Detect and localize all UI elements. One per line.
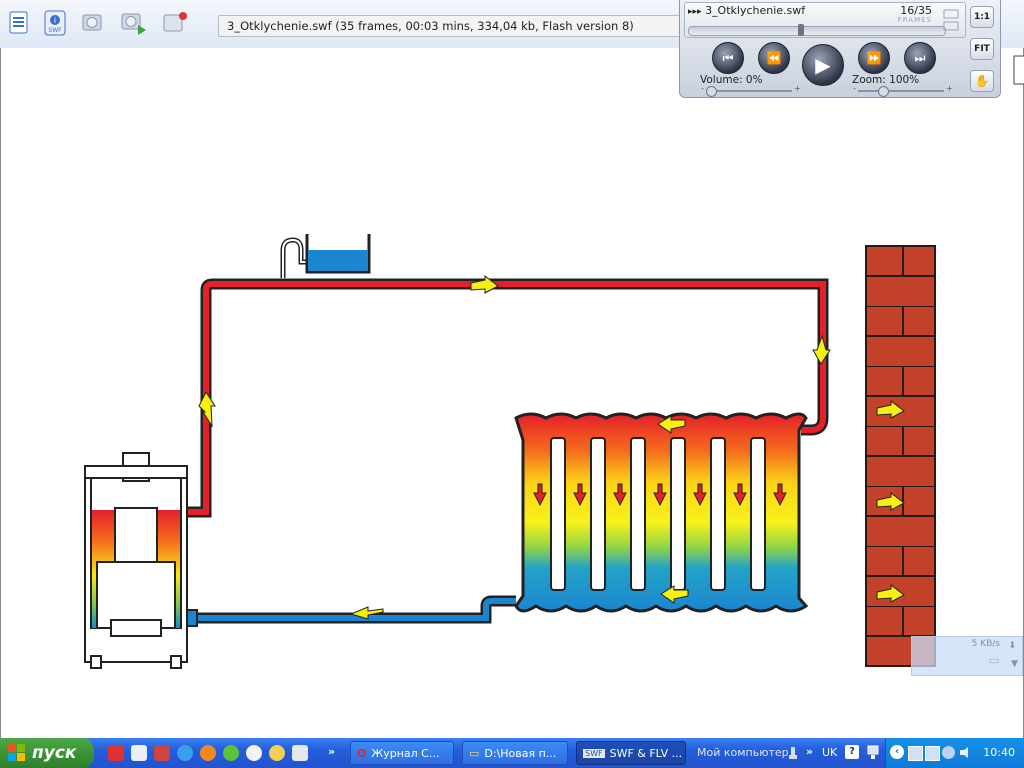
seek-bar[interactable] xyxy=(688,26,946,36)
brick-wall xyxy=(865,245,936,667)
seek-thumb[interactable] xyxy=(798,24,804,36)
start-button[interactable]: пуск xyxy=(0,738,94,768)
one-to-one-button[interactable]: 1:1 xyxy=(970,6,994,28)
hand-icon: ✋ xyxy=(974,74,990,88)
task-swf-player[interactable]: SWF SWF & FLV ... xyxy=(576,741,686,765)
tray-app-icon-2[interactable] xyxy=(925,746,940,761)
firefox-quicklaunch-icon[interactable] xyxy=(200,745,216,761)
skip-end-icon: ⏭ xyxy=(914,50,926,65)
folder-icon: ▭ xyxy=(469,746,480,760)
fit-button[interactable]: FIT xyxy=(970,38,994,60)
clock: 10:40 xyxy=(983,746,1015,759)
desktop-quicklaunch-icon[interactable] xyxy=(131,745,147,761)
taskbar: пуск » O Журнал С... ▭ D:\Новая п... SWF… xyxy=(0,738,1024,768)
fast-forward-icon: ⏩ xyxy=(866,51,882,65)
ie-quicklaunch-icon[interactable] xyxy=(177,745,193,761)
volume-label: Volume: 0% xyxy=(700,74,763,86)
download-speed: 5 KB/s xyxy=(971,639,1000,649)
loop-icon[interactable] xyxy=(942,8,960,34)
player-file-name: ▸▸▸ 3_Otklychenie.swf xyxy=(688,4,806,17)
skip-end-button[interactable]: ⏭ xyxy=(904,42,936,74)
task-folder[interactable]: ▭ D:\Новая п... xyxy=(462,741,568,765)
volume-plus-icon: + xyxy=(794,84,801,93)
boiler xyxy=(84,452,188,669)
swf-icon: SWF xyxy=(583,748,605,758)
volume-slider-thumb[interactable] xyxy=(706,86,717,97)
skip-start-button[interactable]: ⏮ xyxy=(712,42,744,74)
messenger-quicklaunch-icon[interactable] xyxy=(269,745,285,761)
tray-expand-icon[interactable]: ‹ xyxy=(890,745,904,759)
rewind-icon: ⏪ xyxy=(766,51,782,65)
volume-tray-icon[interactable] xyxy=(959,746,972,759)
hand-tool-button[interactable]: ✋ xyxy=(970,70,994,92)
opera-icon: O xyxy=(357,746,367,760)
fast-forward-icon: ▸▸▸ xyxy=(688,7,702,17)
radiator xyxy=(514,412,809,613)
chat-icon[interactable]: ▭ xyxy=(989,653,1000,667)
play-button[interactable]: ▶ xyxy=(802,44,844,86)
zoom-minus-icon: - xyxy=(853,84,856,93)
tray-app-icon-3[interactable] xyxy=(942,746,955,759)
heating-diagram xyxy=(84,55,1024,669)
volume-slider[interactable] xyxy=(706,90,792,92)
cold-return-pipe xyxy=(176,595,516,627)
icq-quicklaunch-icon[interactable] xyxy=(223,745,239,761)
task-journal[interactable]: O Журнал С... xyxy=(350,741,454,765)
zoom-slider-thumb[interactable] xyxy=(877,86,889,97)
frames-label: FRAMES xyxy=(897,16,932,24)
download-icon[interactable]: ⬇ xyxy=(1008,641,1016,651)
skip-start-icon: ⏮ xyxy=(722,50,734,65)
my-computer-toolbar[interactable]: Мой компьютер xyxy=(697,746,789,759)
expansion-tank xyxy=(280,234,371,278)
windows-logo-icon xyxy=(8,744,26,762)
quicklaunch-more-icon[interactable]: » xyxy=(328,745,335,758)
collapse-icon[interactable]: ▼ xyxy=(1011,659,1018,669)
toolbar-more-icon[interactable]: » xyxy=(806,745,813,758)
zoom-label: Zoom: 100% xyxy=(852,74,920,86)
media-quicklaunch-icon[interactable] xyxy=(246,745,262,761)
zoom-slider[interactable] xyxy=(858,90,944,92)
swf-canvas xyxy=(0,48,1024,738)
network-icon[interactable] xyxy=(866,745,880,761)
play-icon: ▶ xyxy=(815,53,831,77)
system-tray: ‹ 10:40 xyxy=(885,738,1024,768)
clipped-edge-element xyxy=(1013,55,1024,85)
rewind-button[interactable]: ⏪ xyxy=(758,42,790,74)
fast-forward-button[interactable]: ⏩ xyxy=(858,42,890,74)
volume-minus-icon: - xyxy=(701,84,704,93)
app-quicklaunch-icon[interactable] xyxy=(154,745,170,761)
swf-quicklaunch-icon[interactable] xyxy=(292,745,308,761)
zoom-plus-icon: + xyxy=(946,84,953,93)
help-icon[interactable]: ? xyxy=(845,745,859,759)
usb-icon[interactable] xyxy=(785,745,801,761)
opera-quicklaunch-icon[interactable] xyxy=(108,745,124,761)
language-indicator[interactable]: UK xyxy=(822,746,837,759)
tray-app-icon-1[interactable] xyxy=(908,746,923,761)
download-widget: 5 KB/s ⬇ ▭ ▼ xyxy=(911,636,1023,676)
player-panel: ▸▸▸ 3_Otklychenie.swf 16/35 FRAMES ⏮ ⏪ ▶… xyxy=(679,0,1001,98)
